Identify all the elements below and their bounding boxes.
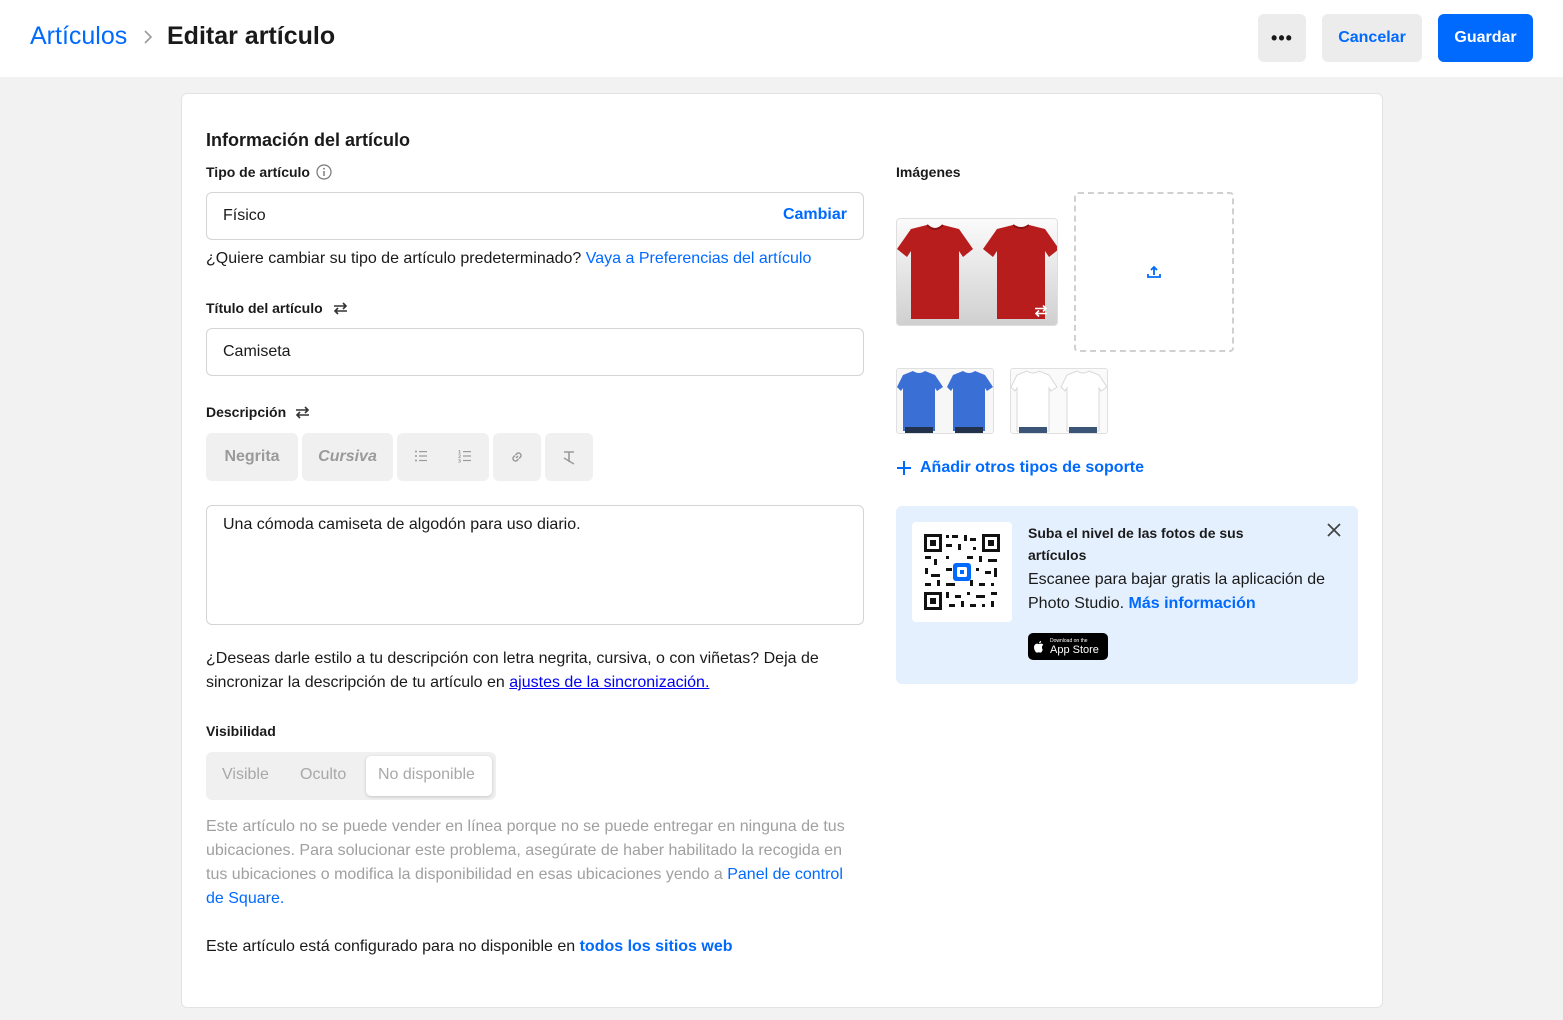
item-type-label: Tipo de artículo (206, 164, 310, 180)
app-store-badge[interactable]: Download on the App Store (1028, 633, 1108, 660)
sync-icon[interactable] (294, 404, 311, 421)
image-upload-dropzone[interactable] (1074, 192, 1234, 352)
visibility-segmented-control: Visible Oculto No disponible (206, 752, 496, 800)
white-tshirt-image (1011, 369, 1107, 433)
clear-formatting-button[interactable] (545, 433, 593, 481)
page-title: Editar artículo (167, 22, 336, 50)
thumbnail-white-tshirt[interactable] (1010, 368, 1108, 434)
change-type-button[interactable]: Cambiar (783, 206, 847, 224)
save-button[interactable]: Guardar (1438, 14, 1533, 62)
numbered-list-icon[interactable]: 1 2 3 (458, 449, 472, 463)
app-store-text: Download on the App Store (1050, 638, 1099, 656)
link-icon (512, 452, 522, 462)
more-info-link[interactable]: Más información (1129, 595, 1256, 612)
item-title-value: Camiseta (223, 343, 291, 360)
upload-icon (1147, 265, 1161, 278)
svg-text:3: 3 (458, 459, 461, 464)
photo-studio-promo: Suba el nivel de las fotos de sus artícu… (896, 506, 1358, 684)
swap-icon[interactable] (1033, 303, 1049, 319)
all-websites-link[interactable]: todos los sitios web (580, 938, 733, 955)
description-textarea[interactable]: Una cómoda camiseta de algodón para uso … (206, 505, 864, 625)
item-preferences-link[interactable]: Vaya a Preferencias del artículo (586, 250, 812, 267)
thumbnail-blue-tshirt[interactable] (896, 368, 994, 434)
list-buttons-group: 1 2 3 (397, 433, 489, 481)
item-type-hint: ¿Quiere cambiar su tipo de artículo pred… (206, 247, 811, 271)
description-value: Una cómoda camiseta de algodón para uso … (223, 516, 581, 533)
item-title-label: Título del artículo (206, 300, 323, 316)
bulleted-list-icon[interactable] (414, 449, 428, 463)
qr-code (912, 522, 1012, 622)
visibility-option-unavailable[interactable]: No disponible (378, 766, 475, 784)
bold-button[interactable]: Negrita (206, 433, 298, 481)
images-label: Imágenes (896, 164, 961, 180)
qr-code-icon (922, 532, 1002, 612)
apple-icon (1034, 640, 1044, 653)
item-title-input[interactable]: Camiseta (206, 328, 864, 376)
visibility-option-visible[interactable]: Visible (222, 766, 269, 784)
sync-icon[interactable] (332, 300, 349, 317)
insert-link-button[interactable] (493, 433, 541, 481)
italic-button[interactable]: Cursiva (302, 433, 393, 481)
more-icon: ••• (1271, 27, 1293, 48)
description-help: ¿Deseas darle estilo a tu descripción co… (206, 647, 846, 695)
visibility-note: Este artículo no se puede vender en líne… (206, 815, 858, 911)
visibility-option-hidden[interactable]: Oculto (300, 766, 346, 784)
blue-tshirt-image (897, 369, 993, 433)
description-label: Descripción (206, 404, 287, 420)
breadcrumb-items-link[interactable]: Artículos (30, 22, 127, 51)
item-type-value: Físico (223, 207, 266, 224)
top-bar: Artículos Editar artículo ••• Cancelar G… (0, 0, 1563, 77)
item-type-hint-text: ¿Quiere cambiar su tipo de artículo pred… (206, 250, 582, 267)
cancel-button[interactable]: Cancelar (1322, 14, 1422, 62)
item-editor-card: Información del artículo Tipo de artícul… (181, 93, 1383, 1008)
add-media-label: Añadir otros tipos de soporte (920, 459, 1145, 476)
section-title: Información del artículo (206, 130, 411, 150)
item-type-field: Físico Cambiar (206, 192, 864, 240)
availability-status-text: Este artículo está configurado para no d… (206, 938, 576, 955)
visibility-label: Visibilidad (206, 723, 276, 739)
app-store-big: App Store (1050, 643, 1099, 656)
info-icon[interactable] (316, 164, 332, 180)
availability-status: Este artículo está configurado para no d… (206, 935, 733, 959)
promo-body: Escanee para bajar gratis la aplicación … (1028, 568, 1348, 616)
chevron-right-icon (144, 30, 153, 44)
sync-settings-link[interactable]: ajustes de la sincronización. (509, 674, 709, 691)
promo-title: Suba el nivel de las fotos de sus artícu… (1028, 525, 1244, 563)
clear-format-icon (563, 451, 575, 465)
more-options-button[interactable]: ••• (1258, 14, 1306, 62)
main-image-red-tshirt[interactable] (896, 218, 1058, 326)
close-icon[interactable] (1326, 522, 1342, 538)
plus-icon (897, 461, 911, 475)
add-media-button[interactable]: Añadir otros tipos de soporte (896, 459, 1144, 477)
